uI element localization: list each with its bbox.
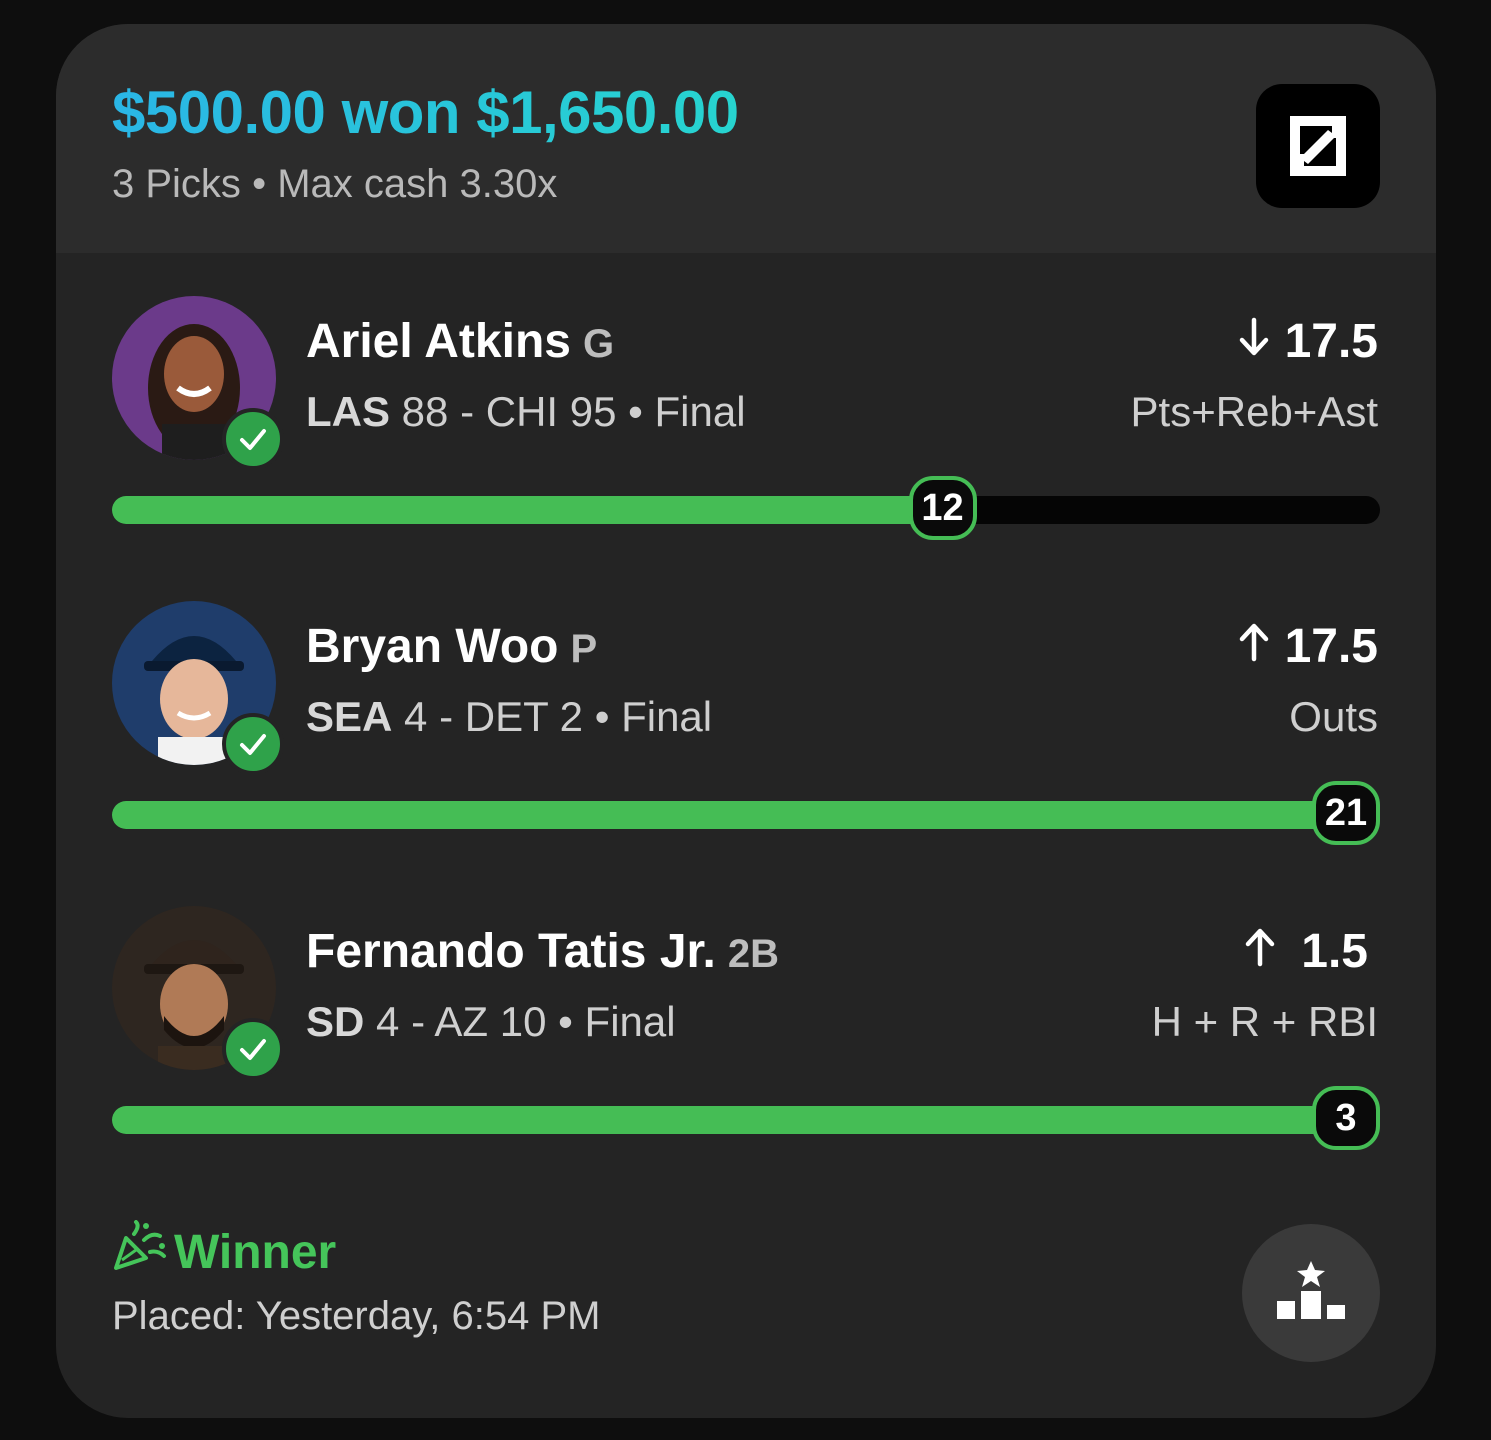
- line-value: 17.5: [1284, 620, 1378, 673]
- progress-track: [112, 801, 1380, 829]
- score-separator: •: [558, 998, 573, 1045]
- team-a: SD: [306, 998, 365, 1045]
- payout-amount: $1,650.00: [476, 79, 739, 146]
- confetti-icon: [112, 1220, 168, 1284]
- subline-separator: •: [252, 162, 267, 206]
- stake-amount: $500.00: [112, 79, 326, 146]
- entry-headline: $500.00 won $1,650.00: [112, 78, 739, 147]
- score-dash: -: [439, 693, 454, 740]
- pick-line: 17.5: [1237, 314, 1378, 369]
- score-a: 4: [404, 693, 428, 740]
- progress-fill: [112, 496, 943, 524]
- pick-row[interactable]: Fernando Tatis Jr. 2B SD 4 - AZ 10 • Fina…: [56, 906, 1436, 1186]
- pick-row[interactable]: Ariel Atkins G LAS 88 - CHI 95 • Final 17…: [56, 296, 1436, 576]
- check-icon: [222, 713, 284, 775]
- check-icon: [222, 1018, 284, 1080]
- progress-fill: [112, 1106, 1380, 1134]
- progress-fill: [112, 801, 1380, 829]
- player-name: Bryan Woo: [306, 620, 559, 673]
- player-name-line: Ariel Atkins G: [306, 314, 614, 369]
- picks-count: 3 Picks: [112, 162, 241, 206]
- player-name-line: Fernando Tatis Jr. 2B: [306, 924, 779, 979]
- team-b: CHI: [485, 388, 559, 435]
- score-separator: •: [594, 693, 610, 740]
- game-score: SEA 4 - DET 2 • Final: [306, 693, 712, 741]
- max-cash: Max cash 3.30x: [277, 162, 558, 206]
- player-name-line: Bryan Woo P: [306, 619, 597, 674]
- arrow-down-icon: [1237, 314, 1271, 369]
- entry-subline: 3 Picks • Max cash 3.30x: [112, 162, 557, 207]
- team-b: DET: [464, 693, 548, 740]
- stat-type: H + R + RBI: [1151, 998, 1378, 1045]
- line-value: 17.5: [1284, 315, 1378, 368]
- score-dash: -: [411, 998, 426, 1045]
- stat-type: Outs: [1289, 693, 1378, 740]
- actual-value-badge: 21: [1312, 781, 1380, 845]
- player-position: 2B: [727, 932, 780, 976]
- progress-track: [112, 496, 1380, 524]
- team-b: AZ: [434, 998, 489, 1045]
- actual-value-badge: 12: [908, 476, 977, 540]
- game-score: LAS 88 - CHI 95 • Final: [306, 388, 746, 436]
- score-a: 4: [376, 998, 400, 1045]
- won-word: won: [341, 79, 461, 146]
- check-icon: [222, 408, 284, 470]
- score-b: 2: [559, 693, 584, 740]
- player-position: P: [570, 627, 598, 671]
- placed-time: Placed: Yesterday, 6:54 PM: [112, 1294, 601, 1338]
- player-name: Ariel Atkins: [306, 315, 571, 368]
- pick-line: 17.5: [1237, 619, 1378, 674]
- entry-header: $500.00 won $1,650.00 3 Picks • Max cash…: [56, 24, 1436, 253]
- team-a: SEA: [306, 693, 393, 740]
- stat-type: Pts+Reb+Ast: [1130, 388, 1378, 435]
- pick-row[interactable]: Bryan Woo P SEA 4 - DET 2 • Final 17.5 Ou…: [56, 601, 1436, 881]
- result-label: Winner: [112, 1220, 336, 1284]
- game-status: Final: [621, 693, 713, 740]
- game-score: SD 4 - AZ 10 • Final: [306, 998, 676, 1046]
- leaderboard-button[interactable]: [1242, 1224, 1380, 1362]
- progress-track: [112, 1106, 1380, 1134]
- pick-line: 1.5: [1243, 924, 1368, 979]
- team-a: LAS: [306, 388, 390, 435]
- arrow-up-icon: [1243, 924, 1277, 979]
- entry-card[interactable]: $500.00 won $1,650.00 3 Picks • Max cash…: [56, 24, 1436, 1418]
- player-position: G: [582, 322, 615, 366]
- actual-value-badge: 3: [1312, 1086, 1380, 1150]
- app-logo-icon: [1256, 84, 1380, 208]
- podium-star-icon: [1274, 1259, 1348, 1328]
- score-b: 10: [499, 998, 547, 1045]
- arrow-up-icon: [1237, 619, 1271, 674]
- game-status: Final: [654, 388, 746, 435]
- player-name: Fernando Tatis Jr.: [306, 925, 716, 978]
- score-dash: -: [460, 388, 475, 435]
- line-value: 1.5: [1301, 925, 1368, 978]
- winner-text: Winner: [174, 1225, 337, 1279]
- score-b: 95: [569, 388, 617, 435]
- game-status: Final: [584, 998, 676, 1045]
- score-separator: •: [628, 388, 643, 435]
- score-a: 88: [401, 388, 449, 435]
